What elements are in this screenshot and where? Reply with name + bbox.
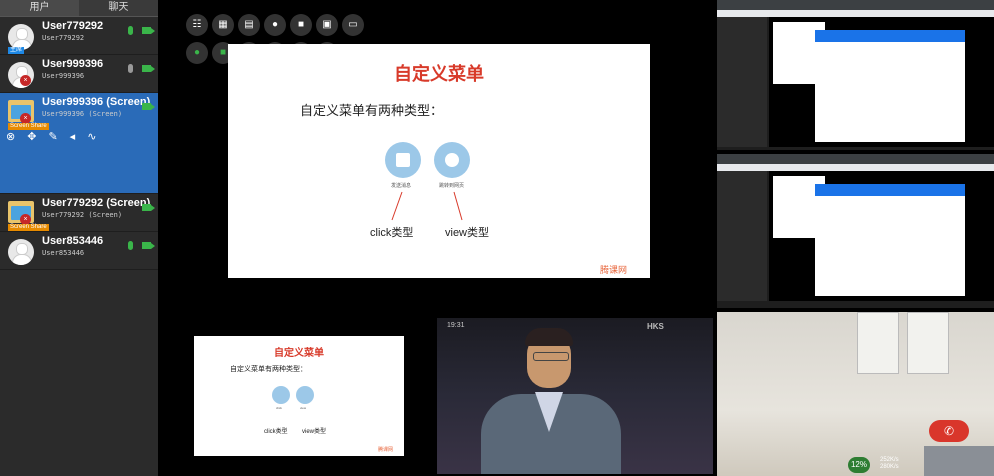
mic-off-icon[interactable]	[128, 64, 133, 73]
mic-icon[interactable]	[128, 26, 133, 35]
icon-caption: click	[276, 406, 282, 410]
user-item[interactable]: User853446 User853446	[0, 232, 158, 270]
user-list: User779292 User779292 主席 × User999396 Us…	[0, 17, 158, 270]
tab-users[interactable]: 用户	[0, 0, 79, 16]
camera-video[interactable]: 19:31 HKS	[437, 318, 713, 474]
cpu-percent: 12%	[848, 457, 870, 473]
remote-screen-2[interactable]	[717, 154, 994, 308]
message-icon	[385, 142, 421, 178]
user-subtitle: User853446	[42, 249, 85, 257]
view-label: view类型	[302, 429, 327, 435]
image-icon[interactable]: ▣	[316, 14, 338, 36]
host-badge: 主席	[8, 47, 25, 54]
slide-text: 自定义菜单有两种类型：	[300, 103, 444, 118]
user-name: User779292 (Screen)	[42, 197, 151, 209]
layout-icon[interactable]: ▭	[342, 14, 364, 36]
icon-caption: 发送消息	[391, 183, 412, 189]
pen-icon[interactable]: ✎	[48, 130, 57, 143]
globe-icon	[434, 142, 470, 178]
video-overlay-text: 19:31	[447, 322, 465, 329]
avatar	[8, 239, 34, 265]
user-item[interactable]: × User779292 (Screen) User779292 (Screen…	[0, 194, 158, 232]
view-label: view类型	[445, 227, 490, 239]
tab-chat[interactable]: 聊天	[79, 0, 158, 16]
video-file-icon[interactable]: ▤	[238, 14, 260, 36]
message-icon	[272, 386, 290, 404]
signal-icon[interactable]: ∿	[87, 130, 96, 143]
video-logo: HKS	[647, 322, 664, 331]
user-item[interactable]: × User999396 User999396	[0, 55, 158, 93]
network-speed: 252K/s 280K/s	[880, 457, 899, 471]
mic-icon[interactable]	[128, 241, 133, 250]
slide-logo: 腾课网	[378, 447, 394, 453]
download-speed: 280K/s	[880, 464, 899, 470]
hangup-button[interactable]: ✆	[929, 420, 969, 442]
sidebar-tabs: 用户 聊天	[0, 0, 158, 17]
slide-thumbnail[interactable]: 自定义菜单 自定义菜单有两种类型： click view click类型 vie…	[194, 336, 404, 456]
screen-share-badge: Screen Share	[8, 123, 49, 130]
user-name: User999396	[42, 58, 104, 70]
user-item[interactable]: User779292 User779292 主席	[0, 17, 158, 55]
camera-icon[interactable]	[142, 204, 155, 211]
users-icon[interactable]: ☷	[186, 14, 208, 36]
volume-icon[interactable]: ◂	[70, 130, 76, 143]
user-subtitle: User779292 (Screen)	[42, 211, 123, 219]
click-label: click类型	[264, 429, 288, 435]
upload-speed: 252K/s	[880, 457, 899, 463]
muted-icon: ×	[20, 75, 31, 86]
camera-icon[interactable]	[142, 65, 155, 72]
click-label: click类型	[370, 227, 414, 239]
camera-icon[interactable]	[142, 242, 155, 249]
user-controls: ⊗ ✥ ✎ ◂ ∿	[6, 130, 96, 143]
whiteboard-icon[interactable]: ■	[290, 14, 312, 36]
icon-caption: 跳转到网页	[439, 183, 465, 189]
blurred-area	[924, 446, 994, 476]
user-name: User853446	[42, 235, 104, 247]
globe-icon	[296, 386, 314, 404]
film-icon[interactable]: ▦	[212, 14, 234, 36]
user-item-selected[interactable]: × User999396 (Screen) User999396 (Screen…	[0, 93, 158, 194]
expand-icon[interactable]: ✥	[27, 130, 36, 143]
user-name: User999396 (Screen)	[42, 96, 151, 108]
slide-logo: 腾课网	[600, 265, 628, 275]
slide-text: 自定义菜单有两种类型：	[230, 366, 307, 373]
record-icon[interactable]: ●	[264, 14, 286, 36]
close-icon[interactable]: ⊗	[6, 130, 15, 143]
camera-icon[interactable]	[142, 103, 155, 110]
arrows	[391, 191, 463, 221]
sidebar: 用户 聊天 User779292 User779292 主席 × User999…	[0, 0, 158, 476]
conference-app: 用户 聊天 User779292 User779292 主席 × User999…	[0, 0, 994, 476]
user-name: User779292	[42, 20, 104, 32]
shared-slide: 自定义菜单 自定义菜单有两种类型： 发送消息 跳转到网页 click类型 vie…	[228, 44, 650, 278]
mic-icon[interactable]: ●	[186, 42, 208, 64]
slide-title: 自定义菜单	[394, 64, 484, 84]
user-subtitle: User999396 (Screen)	[42, 110, 123, 118]
camera-icon[interactable]	[142, 27, 155, 34]
slide-title: 自定义菜单	[274, 348, 324, 359]
remote-screen-1[interactable]	[717, 0, 994, 150]
user-subtitle: User999396	[42, 72, 85, 80]
icon-caption: view	[300, 406, 307, 410]
user-subtitle: User779292	[42, 34, 85, 42]
screen-share-badge: Screen Share	[8, 224, 49, 231]
